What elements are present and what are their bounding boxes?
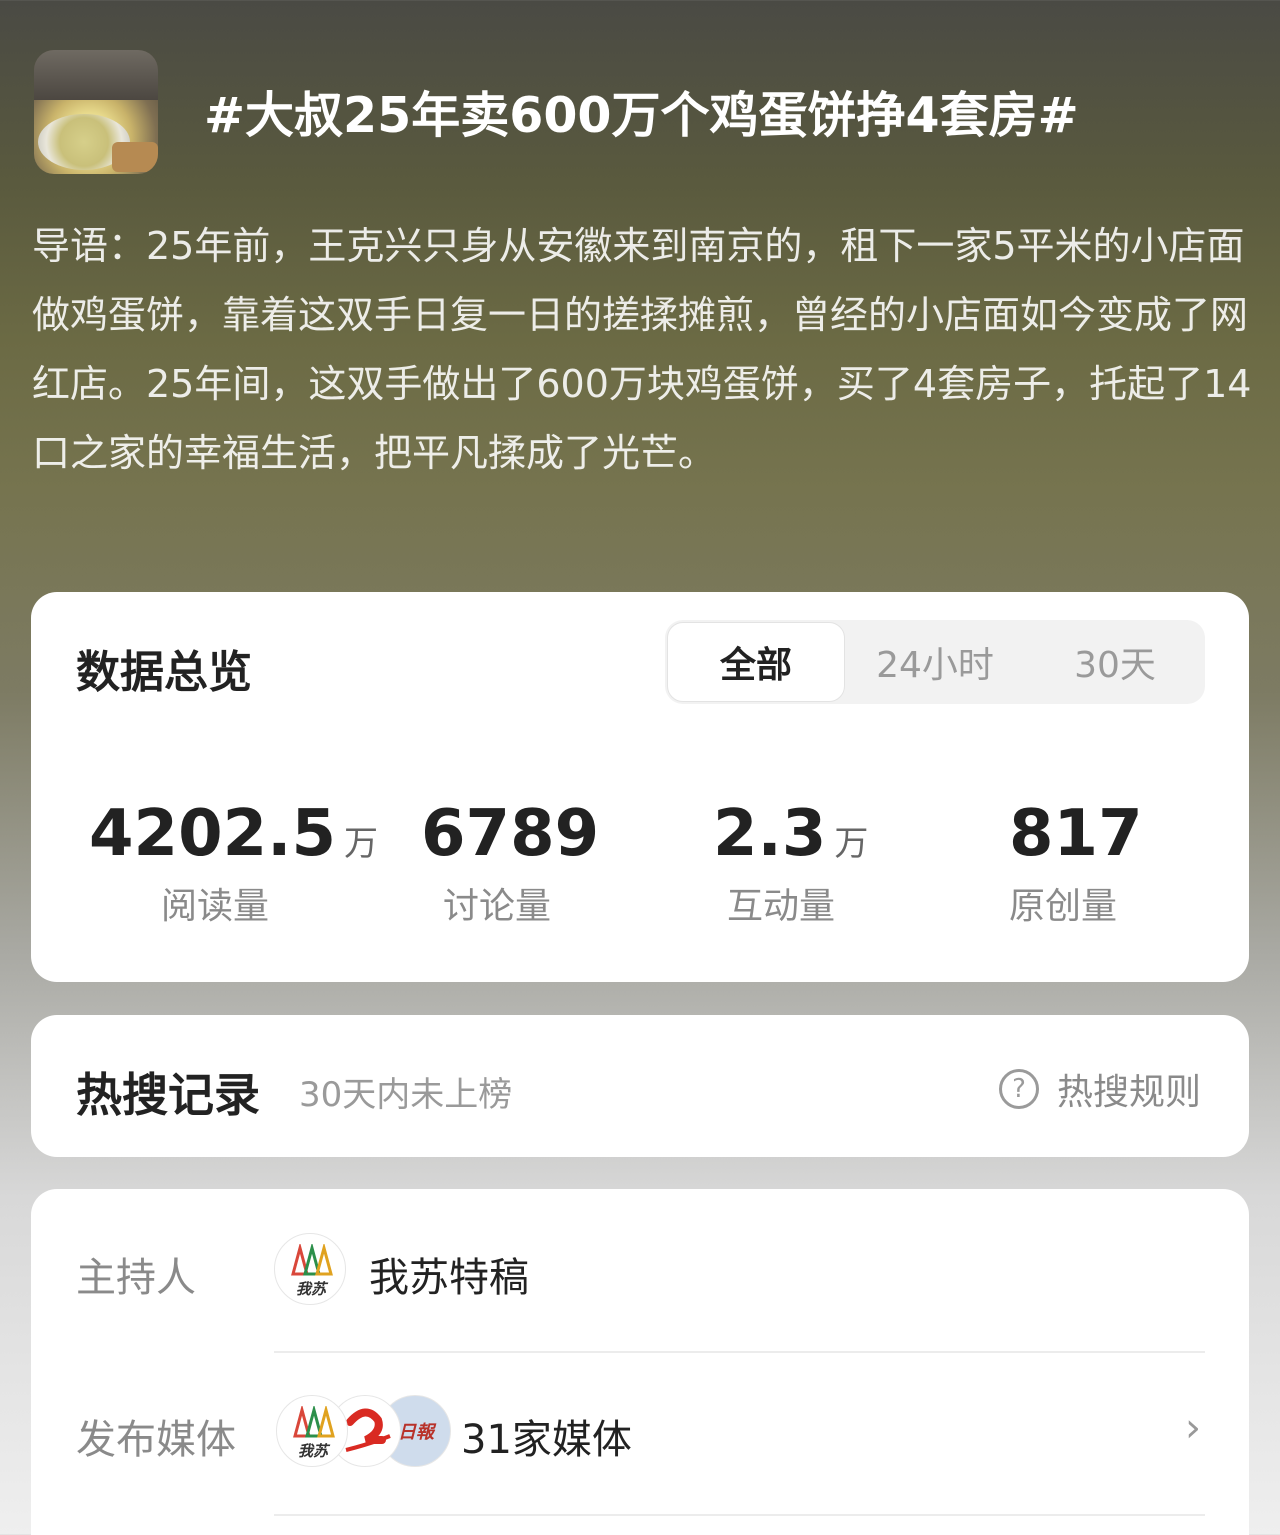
hot-search-status: 30天内未上榜 [299, 1075, 513, 1115]
media-label: 发布媒体 [76, 1417, 236, 1463]
media-avatar-1-text: 我苏 [297, 1442, 328, 1460]
host-avatar-text: 我苏 [295, 1280, 326, 1298]
stat-value: 6789 [421, 797, 600, 871]
topic-intro: 导语：25年前，王克兴只身从安徽来到南京的，租下一家5平米的小店面做鸡蛋饼，靠着… [32, 224, 1252, 475]
wosu-logo-icon [291, 1244, 333, 1276]
host-name[interactable]: 我苏特稿 [369, 1245, 529, 1303]
host-label: 主持人 [76, 1255, 196, 1301]
topic-title: #大叔25年卖600万个鸡蛋饼挣4套房# [204, 87, 1079, 144]
tab-30d[interactable]: 30天 [1025, 620, 1205, 704]
stat-label: 互动量 [727, 886, 836, 927]
stat-unit: 万 [834, 824, 869, 864]
overview-title: 数据总览 [76, 647, 252, 698]
stat-unit: 万 [343, 824, 378, 864]
question-circle-icon: ? [999, 1069, 1039, 1109]
data-overview-card: 数据总览 全部 24小时 30天 4202.5 万 阅读量 6789 讨论量 2.… [31, 592, 1249, 982]
media-count[interactable]: 31家媒体 [461, 1407, 632, 1465]
divider [274, 1351, 1205, 1353]
hot-search-title: 热搜记录 [76, 1068, 260, 1122]
host-avatar[interactable]: 我苏 [274, 1233, 346, 1305]
stat-value: 4202.5 [89, 797, 336, 871]
topic-header: #大叔25年卖600万个鸡蛋饼挣4套房# 导语：25年前，王克兴只身从安徽来到南… [0, 0, 1280, 590]
tab-all[interactable]: 全部 [667, 622, 845, 702]
media-avatar-1: 我苏 [276, 1395, 348, 1467]
stat-label: 讨论量 [443, 886, 552, 927]
chevron-right-icon[interactable]: › [1185, 1405, 1201, 1451]
hot-search-card: 热搜记录 30天内未上榜 ? 热搜规则 [31, 1015, 1249, 1157]
stat-label: 原创量 [1009, 886, 1118, 927]
topic-thumbnail [34, 50, 158, 174]
stat-value: 2.3 [713, 797, 827, 871]
stat-value: 817 [1009, 797, 1143, 871]
host-media-card: 主持人 我苏 我苏特稿 发布媒体 日報 我苏 31家媒体 › [31, 1189, 1249, 1535]
hot-search-rules-link[interactable]: ? 热搜规则 [999, 1063, 1201, 1115]
tab-24h[interactable]: 24小时 [845, 620, 1025, 704]
time-range-tabs: 全部 24小时 30天 [665, 620, 1205, 704]
divider [274, 1514, 1205, 1516]
hot-search-rules-label: 热搜规则 [1057, 1072, 1202, 1113]
stat-label: 阅读量 [161, 886, 270, 927]
wosu-logo-icon [293, 1406, 335, 1438]
